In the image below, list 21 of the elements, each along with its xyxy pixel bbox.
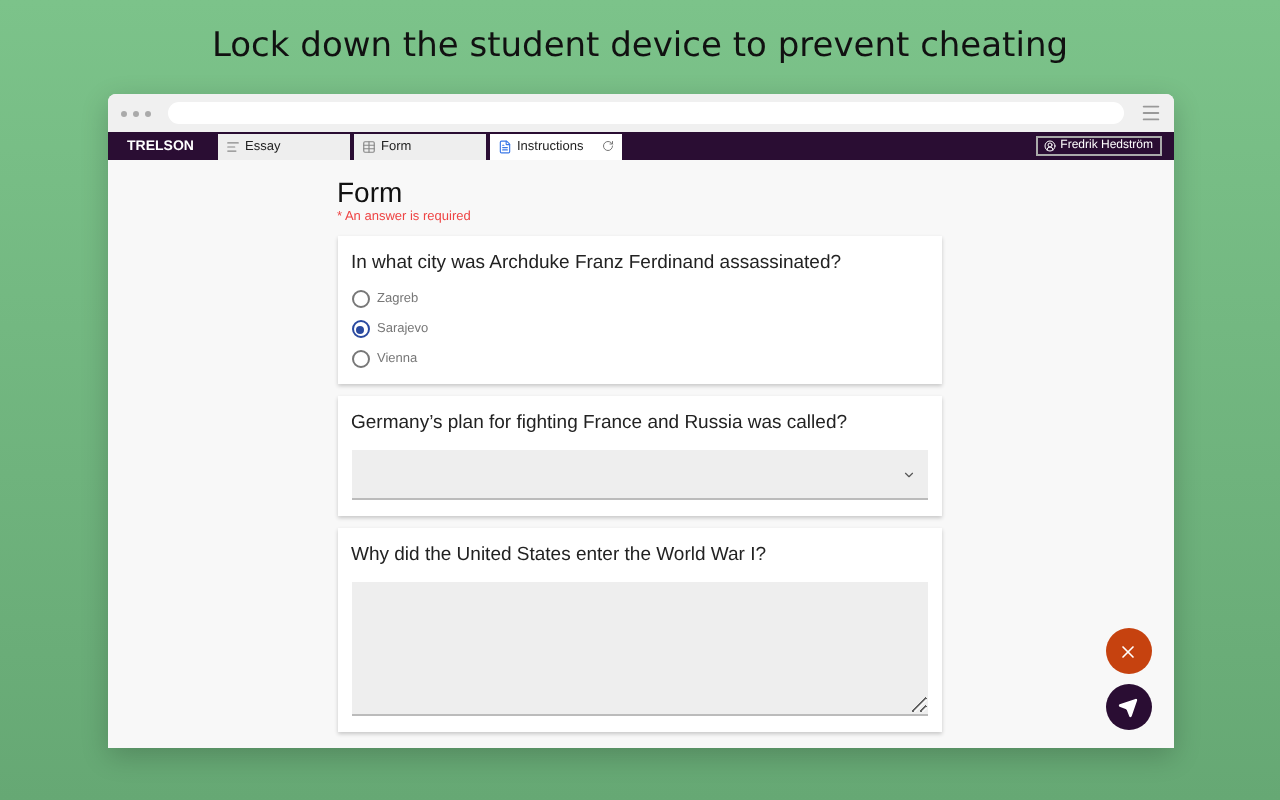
user-icon [1044,140,1057,152]
tab-icon [361,139,375,153]
question-text: In what city was Archduke Franz Ferdinand assassinated? [351,252,844,274]
radio-button[interactable] [351,320,369,338]
radio-button[interactable] [351,290,369,308]
question-text: Germany’s plan for fighting France and Russia was called? [351,412,850,434]
close-button[interactable] [1105,628,1151,674]
send-button[interactable] [1105,684,1151,730]
form-title: Form [337,176,403,208]
question-text: Why did the United States enter the World War I? [351,544,769,566]
radio-button[interactable] [351,350,369,368]
send-icon [1118,697,1138,717]
tab-icon [225,139,239,153]
reload-icon[interactable] [601,140,613,152]
window-dots-icon [119,109,151,117]
headline: Lock down the student device to prevent cheating [211,26,1069,66]
close-icon [1118,641,1138,661]
tab-icon [497,139,511,153]
caret-icon [901,467,915,481]
menu-icon[interactable] [1139,102,1161,124]
dropdown-field[interactable] [351,450,927,500]
